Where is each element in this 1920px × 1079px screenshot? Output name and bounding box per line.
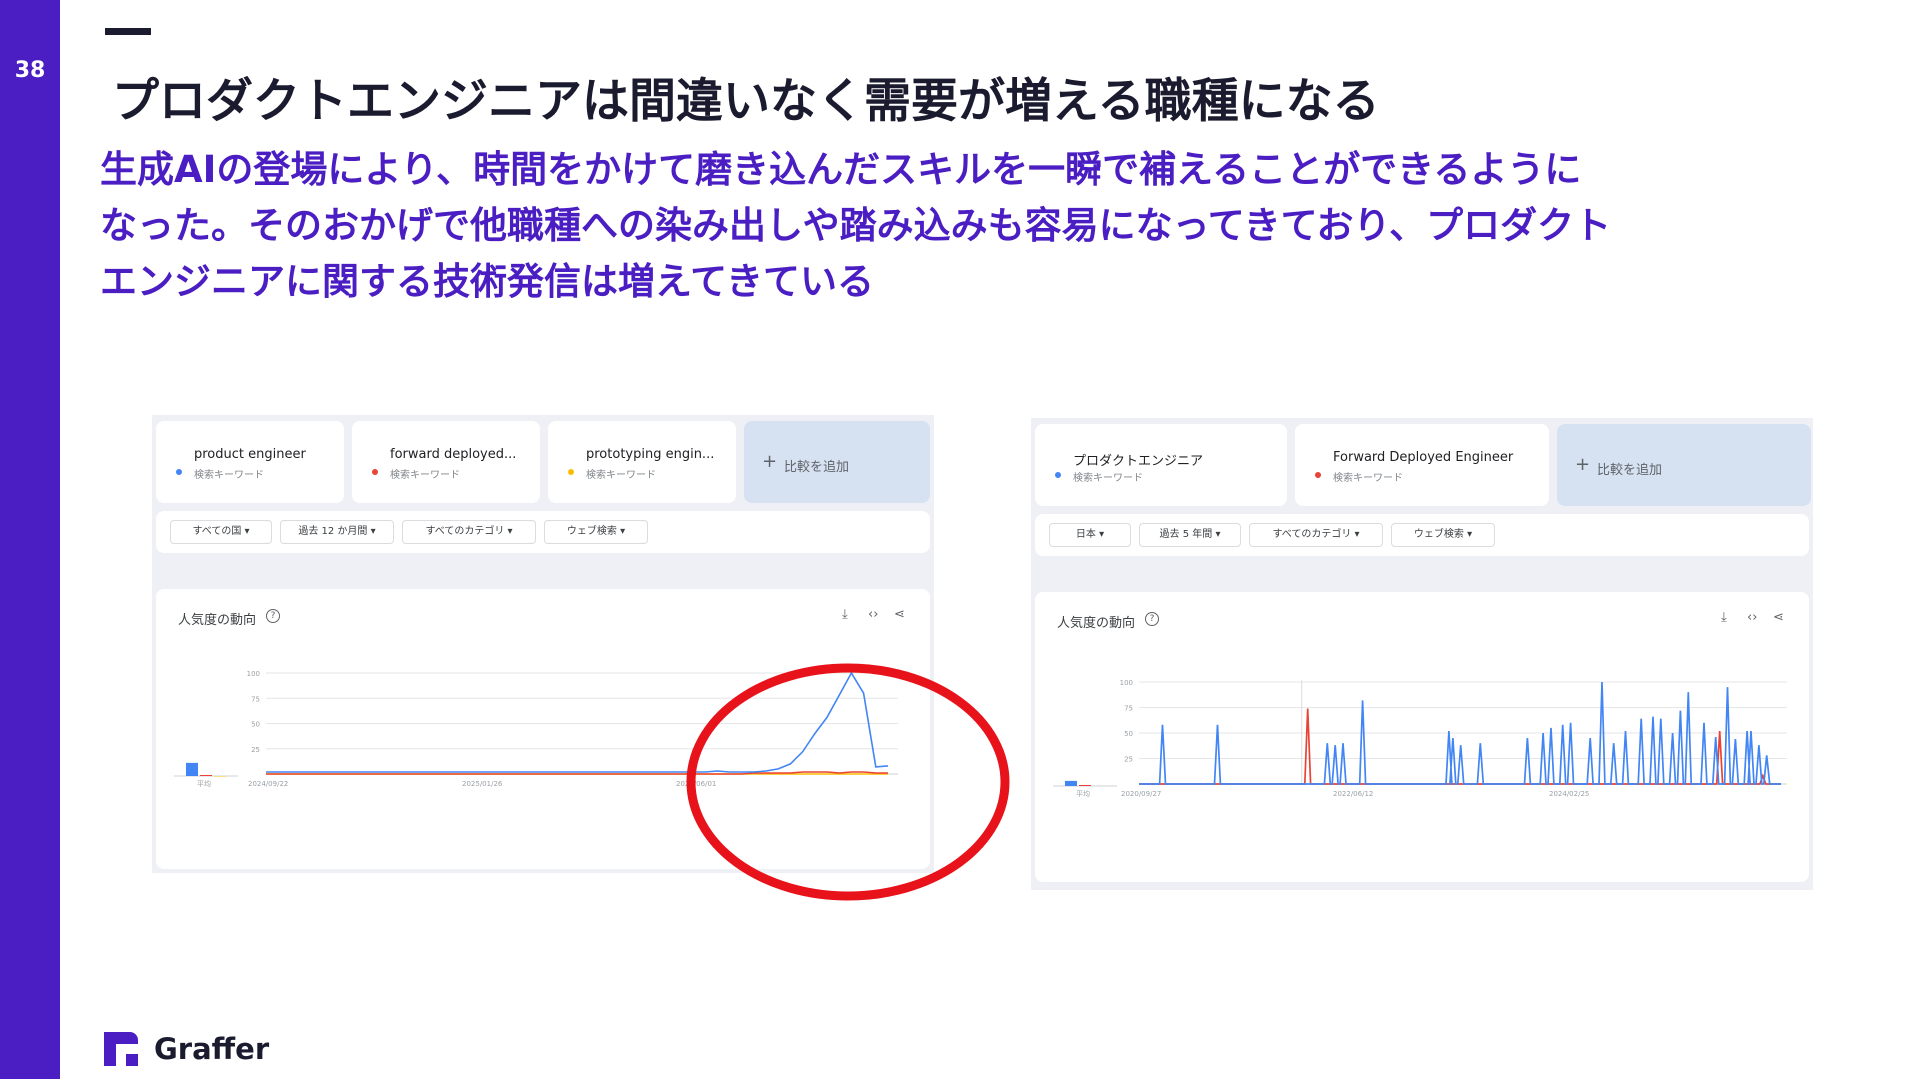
average-bar — [200, 774, 212, 776]
trend-chart-right: 100 75 50 25 平均 2020/09/27 2022/06/12 2024/02/2… — [1053, 679, 1787, 798]
y-tick-label: 100 — [247, 670, 260, 678]
keyword-type: 検索キーワード — [390, 470, 460, 481]
x-tick-label: 2024/09/22 — [248, 780, 288, 788]
x-tick-label: 2022/06/12 — [1333, 790, 1373, 798]
keyword-card[interactable]: product engineer 検索キーワード — [156, 421, 344, 503]
category-filter[interactable]: すべてのカテゴリ ▾ — [1249, 523, 1383, 547]
filter-label: 日本 — [1075, 529, 1096, 540]
page-number: 38 — [14, 58, 46, 83]
average-bar — [1065, 780, 1077, 786]
x-tick-label: 2020/09/27 — [1121, 790, 1161, 798]
x-tick-label: 2025/06/01 — [676, 780, 716, 788]
y-tick-label: 50 — [1124, 730, 1133, 738]
filter-label: ウェブ検索 — [1413, 529, 1464, 540]
y-tick-label: 75 — [1124, 705, 1133, 713]
graffer-logo — [104, 1032, 138, 1066]
average-label: 平均 — [197, 779, 211, 788]
subtitle-line: なった。そのおかげで他職種への染み出しや踏み込みも容易になってきており、プロダク… — [100, 204, 1612, 247]
y-tick-label: 50 — [251, 721, 260, 729]
interest-over-time-card: 人気度の動向 ? ⤓ ‹› ⋖ 100 75 50 25 平均 2020/09/27 202… — [1035, 592, 1809, 882]
keyword-name: forward deployed... — [390, 447, 517, 462]
filter-label: すべての国 — [192, 526, 242, 537]
y-tick-label: 25 — [251, 746, 260, 754]
period-filter[interactable]: 過去 12 か月間 ▾ — [280, 520, 394, 544]
search-type-filter[interactable]: ウェブ検索 ▾ — [544, 520, 648, 544]
add-compare-button[interactable]: + 比較を追加 — [1557, 424, 1811, 506]
brand-name: Graffer — [154, 1032, 270, 1066]
trends-screenshot-right: プロダクトエンジニア 検索キーワード Forward Deployed Engi… — [1031, 418, 1813, 890]
slide-subtitle: 生成AIの登場により、時間をかけて磨き込んだスキルを一瞬で補えることができるよう… — [100, 142, 1880, 310]
keyword-name: prototyping engin... — [586, 447, 715, 462]
y-tick-label: 25 — [1124, 756, 1133, 764]
filter-label: すべてのカテゴリ — [425, 526, 505, 537]
trend-chart-left: 100 75 50 25 平均 2024/09/22 2025/01/26 2025/06/0… — [174, 670, 898, 788]
region-filter[interactable]: すべての国 ▾ — [170, 520, 272, 544]
x-tick-label: 2024/02/25 — [1549, 790, 1589, 798]
keyword-card[interactable]: プロダクトエンジニア 検索キーワード — [1035, 424, 1287, 506]
average-bar — [186, 762, 198, 776]
keyword-card[interactable]: Forward Deployed Engineer 検索キーワード — [1295, 424, 1549, 506]
keyword-name: product engineer — [194, 447, 306, 462]
slide-title: プロダクトエンジニアは間違いなく需要が増える職種になる — [112, 74, 1380, 129]
trends-screenshot-left: product engineer 検索キーワード forward deploye… — [152, 415, 934, 873]
plus-icon: + — [1575, 454, 1591, 475]
keyword-card[interactable]: forward deployed... 検索キーワード — [352, 421, 540, 503]
series-color-dot — [372, 469, 378, 475]
y-tick-label: 75 — [251, 695, 260, 703]
keyword-type: 検索キーワード — [194, 470, 264, 481]
add-compare-label: 比較を追加 — [784, 460, 850, 475]
series-color-dot — [176, 469, 182, 475]
average-label: 平均 — [1076, 789, 1090, 798]
subtitle-line: 生成AIの登場により、時間をかけて磨き込んだスキルを一瞬で補えることができるよう… — [100, 148, 1582, 191]
filter-label: 過去 5 年間 — [1159, 529, 1213, 540]
keyword-type: 検索キーワード — [1073, 473, 1143, 484]
filter-label: 過去 12 か月間 — [298, 526, 368, 537]
series-color-dot — [568, 469, 574, 475]
series-line — [266, 671, 889, 773]
search-type-filter[interactable]: ウェブ検索 ▾ — [1391, 523, 1495, 547]
average-bar — [214, 776, 226, 777]
keyword-type: 検索キーワード — [1333, 473, 1403, 484]
keyword-card[interactable]: prototyping engin... 検索キーワード — [548, 421, 736, 503]
subtitle-line: エンジニアに関する技術発信は増えてきている — [100, 260, 875, 303]
filter-label: ウェブ検索 — [566, 526, 617, 537]
filter-label: すべてのカテゴリ — [1272, 529, 1352, 540]
filter-bar: すべての国 ▾ 過去 12 か月間 ▾ すべてのカテゴリ ▾ ウェブ検索 ▾ — [156, 511, 930, 553]
keyword-name: プロダクトエンジニア — [1073, 454, 1204, 469]
add-compare-label: 比較を追加 — [1597, 463, 1663, 478]
interest-over-time-card: 人気度の動向 ? ⤓ ‹› ⋖ 100 75 50 25 平均 2024/09/22 202… — [156, 589, 930, 869]
category-filter[interactable]: すべてのカテゴリ ▾ — [402, 520, 536, 544]
add-compare-button[interactable]: + 比較を追加 — [744, 421, 930, 503]
region-filter[interactable]: 日本 ▾ — [1049, 523, 1131, 547]
period-filter[interactable]: 過去 5 年間 ▾ — [1139, 523, 1241, 547]
keyword-name: Forward Deployed Engineer — [1333, 450, 1514, 465]
filter-bar: 日本 ▾ 過去 5 年間 ▾ すべてのカテゴリ ▾ ウェブ検索 ▾ — [1035, 514, 1809, 556]
x-tick-label: 2025/01/26 — [462, 780, 503, 788]
title-accent-dash — [105, 28, 151, 35]
y-tick-label: 100 — [1120, 679, 1133, 687]
average-bar — [1079, 784, 1091, 786]
sidebar-accent-bar — [0, 0, 60, 1079]
series-color-dot — [1055, 472, 1061, 478]
plus-icon: + — [762, 451, 778, 472]
keyword-type: 検索キーワード — [586, 470, 656, 481]
series-color-dot — [1315, 472, 1321, 478]
